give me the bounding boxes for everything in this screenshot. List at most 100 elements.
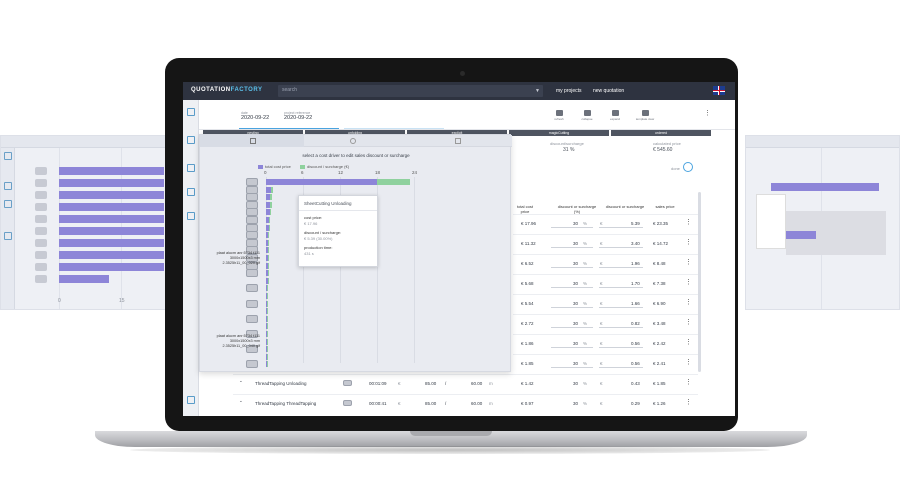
discount-bar[interactable] [266,331,268,337]
filter-icon[interactable] [187,136,195,144]
row-menu-icon[interactable]: ⋮ [685,319,692,326]
part-thumbnail[interactable] [246,284,258,293]
table-row[interactable]: € 11.32 30% €3.40 € 14.72 ⋮ [513,234,698,252]
discount-bar[interactable] [266,353,268,360]
discount-bar[interactable] [267,308,269,315]
discount-eur-value[interactable]: 0.56 [631,341,640,346]
row-menu-icon[interactable]: ⋮ [685,279,692,286]
discount-eur-value[interactable]: 0.82 [631,321,640,326]
discount-pct-value[interactable]: 30 [573,261,578,266]
discount-bar[interactable] [270,201,272,208]
discount-bar[interactable] [270,194,273,201]
discount-pct-value[interactable]: 30 [573,241,578,246]
row-menu-icon[interactable]: ⋮ [685,339,692,346]
discount-bar[interactable] [377,179,411,185]
discount-bar[interactable] [269,217,271,223]
nav-my-projects[interactable]: my projects [556,88,582,94]
part-thumbnail[interactable] [246,178,258,186]
app-logo[interactable]: QUOTATIONFACTORY [191,87,262,93]
quantity[interactable]: 60.00 [471,401,482,406]
discount-bar[interactable] [267,293,269,299]
discount-bar[interactable] [268,232,270,239]
filter-icon[interactable] [250,138,256,144]
expand-button[interactable]: expand [605,110,625,121]
part-thumbnail[interactable] [246,299,258,308]
date-value[interactable]: 2020-09-22 [241,115,269,121]
step-magiccutting[interactable]: magicCutting [509,130,609,136]
row-menu-icon[interactable]: ⋮ [685,259,692,266]
chevron-down-icon[interactable]: ⌄ [239,398,243,404]
part-thumbnail[interactable] [246,269,258,278]
part-thumbnail[interactable] [246,360,258,369]
step-ordered[interactable]: ordered [611,130,711,136]
row-menu-icon[interactable]: ⋮ [685,399,692,406]
quantity[interactable]: 60.00 [471,381,482,386]
uk-flag-icon[interactable] [713,86,725,95]
table-scrollbar[interactable] [698,192,701,372]
discount-bar[interactable] [267,262,269,269]
discount-bar[interactable] [267,315,269,322]
table-row[interactable]: € 2.72 30% €0.82 € 3.48 ⋮ [513,314,698,332]
discount-bar[interactable] [267,300,269,307]
discount-bar[interactable] [266,338,268,345]
chevron-down-icon[interactable]: ▼ [535,88,540,94]
discount-eur-value[interactable]: 3.40 [631,241,640,246]
discount-bar[interactable] [266,323,268,330]
template-view-button[interactable]: template view [635,110,655,121]
discount-eur-value[interactable]: 1.66 [631,301,640,306]
discount-eur-value[interactable]: 5.39 [631,221,640,226]
discount-eur-value[interactable]: 1.70 [631,281,640,286]
discount-bar[interactable] [268,239,270,246]
discount-bar[interactable] [269,224,271,231]
discount-eur-value[interactable]: 1.96 [631,261,640,266]
chevron-down-icon[interactable]: ⌄ [239,378,243,384]
cost-bar[interactable] [266,179,377,185]
list-icon[interactable] [187,212,195,220]
discount-pct-value[interactable]: 30 [573,401,578,406]
row-menu-icon[interactable]: ⋮ [685,239,692,246]
nav-new-quotation[interactable]: new quotation [593,88,624,94]
table-row[interactable]: € 6.52 30% €1.96 € 8.48 ⋮ [513,254,698,272]
part-thumbnail[interactable] [246,216,258,224]
discount-bar[interactable] [267,277,269,284]
discount-bar[interactable] [266,361,268,368]
table-row[interactable]: € 1.86 30% €0.56 € 2.42 ⋮ [513,334,698,352]
discount-eur-value[interactable]: 0.43 [631,381,640,386]
discount-bar[interactable] [266,346,268,353]
row-menu-icon[interactable]: ⋮ [685,359,692,366]
hourly-rate[interactable]: 85.00 [425,401,436,406]
table-row[interactable]: ⌄ ThreadTapping ThreadTapping 00:00:41 €85.… [233,394,698,412]
table-row[interactable]: ⌄ ThreadTapping Unloading 00:01:09 €85.00 / 6… [233,374,698,392]
part-thumbnail[interactable] [246,314,258,323]
document-icon[interactable] [187,164,195,172]
part-thumbnail[interactable] [246,193,258,202]
home-icon[interactable] [187,108,195,116]
discount-pct-value[interactable]: 30 [573,301,578,306]
discount-bar[interactable] [270,186,273,193]
tab-export[interactable] [455,138,461,144]
discount-bar[interactable] [267,255,269,261]
hourly-rate[interactable]: 85.00 [425,381,436,386]
more-options-icon[interactable]: ⋮ [704,110,711,117]
settings-icon[interactable] [187,396,195,404]
table-row[interactable]: € 17.96 30% €5.39 € 23.35 ⋮ [513,214,698,232]
done-button[interactable] [683,162,693,172]
discount-pct-value[interactable]: 30 [573,361,578,366]
discount-pct-value[interactable]: 30 [573,281,578,286]
part-thumbnail[interactable] [246,231,258,240]
discount-bar[interactable] [267,270,269,277]
row-menu-icon[interactable]: ⋮ [685,299,692,306]
row-menu-icon[interactable]: ⋮ [685,219,692,226]
reference-value[interactable]: 2020-09-22 [284,115,312,121]
discount-bar[interactable] [267,285,269,292]
discount-pct-value[interactable]: 30 [573,221,578,226]
table-row[interactable]: € 1.85 30% €0.56 € 2.41 ⋮ [513,354,698,372]
search-input[interactable]: search ▼ [278,85,543,97]
discount-pct-value[interactable]: 30 [573,341,578,346]
table-row[interactable]: € 5.68 30% €1.70 € 7.38 ⋮ [513,274,698,292]
discount-bar[interactable] [268,247,270,254]
row-menu-icon[interactable]: ⋮ [685,379,692,386]
discount-eur-value[interactable]: 0.29 [631,401,640,406]
table-row[interactable]: € 5.54 30% €1.66 € 6.90 ⋮ [513,294,698,312]
discount-eur-value[interactable]: 0.56 [631,361,640,366]
